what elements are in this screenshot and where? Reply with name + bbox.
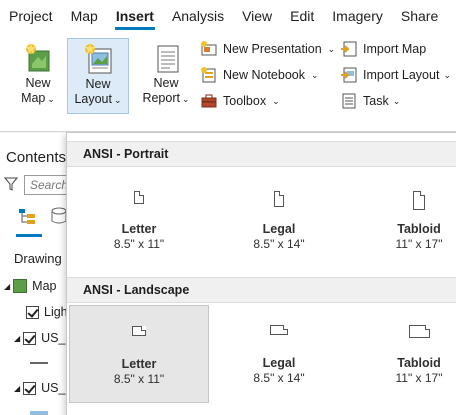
new-presentation-label: New Presentation [223, 42, 322, 56]
tile-landscape-tabloid[interactable]: Tabloid 11" x 17" [349, 305, 456, 403]
tab-view[interactable]: View [233, 0, 281, 32]
chevron-down-icon: ⌄ [392, 95, 401, 106]
new-notebook-button[interactable]: New Notebook ⌄ [200, 64, 319, 86]
new-layout-label-1: New [85, 77, 111, 91]
tile-name: Tabloid [397, 222, 441, 236]
tile-name: Legal [262, 356, 296, 370]
new-presentation-icon [200, 40, 218, 58]
chevron-down-icon: ⌄ [311, 69, 319, 80]
active-view-indicator [16, 234, 42, 237]
page-portrait-icon [134, 191, 144, 204]
new-map-button[interactable]: New Map ⌄ [9, 38, 67, 114]
chevron-down-icon: ⌄ [181, 94, 190, 104]
toolbox-button[interactable]: Toolbox ⌄ [200, 90, 280, 112]
tab-insert[interactable]: Insert [107, 0, 163, 32]
layer-checkbox[interactable] [23, 331, 37, 345]
expand-triangle-icon[interactable]: ◢ [14, 334, 20, 343]
layer-checkbox[interactable] [23, 381, 37, 395]
map-icon [13, 279, 28, 293]
new-report-button[interactable]: New Report ⌄ [136, 38, 196, 114]
layer-row[interactable]: Ligh [26, 305, 68, 319]
toolbox-icon [200, 92, 218, 110]
new-notebook-icon [200, 66, 218, 84]
expand-triangle-icon[interactable]: ◢ [4, 282, 10, 291]
tile-name: Letter [121, 222, 157, 236]
tile-name: Letter [121, 357, 157, 371]
import-layout-button[interactable]: Import Layout ⌄ [340, 64, 451, 86]
page-landscape-icon [132, 326, 146, 336]
contents-pane: Contents Search Drawing ◢ Map Ligh ◢ US_… [0, 133, 74, 415]
tile-size: 11" x 17" [395, 371, 443, 385]
new-layout-label-2: Layout [74, 92, 112, 106]
tab-map[interactable]: Map [62, 0, 107, 32]
menu-bar: Project Map Insert Analysis View Edit Im… [0, 0, 456, 32]
tab-imagery[interactable]: Imagery [323, 0, 392, 32]
import-map-label: Import Map [363, 42, 427, 56]
tile-size: 8.5" x 11" [113, 372, 165, 386]
layer-row[interactable]: ◢ US_r [14, 331, 70, 345]
layer-symbol-fill [30, 411, 48, 415]
layer-label: Ligh [44, 305, 68, 319]
contents-title: Contents [6, 149, 67, 166]
map-label: Map [32, 279, 57, 293]
tab-project[interactable]: Project [0, 0, 62, 32]
tile-size: 8.5" x 14" [253, 371, 305, 385]
tile-portrait-tabloid[interactable]: Tabloid 11" x 17" [349, 171, 456, 269]
app-window: { "menu": { "tabs": ["Project", "Map", "… [0, 0, 456, 415]
tab-edit[interactable]: Edit [281, 0, 323, 32]
new-layout-gallery: ANSI - Portrait Letter 8.5" x 11" Legal … [66, 132, 456, 415]
toolbox-label: Toolbox [223, 94, 267, 108]
section-header-landscape: ANSI - Landscape [67, 277, 456, 303]
page-landscape-icon [270, 325, 288, 335]
tab-share[interactable]: Share [392, 0, 447, 32]
new-layout-icon [82, 43, 114, 75]
tab-analysis[interactable]: Analysis [163, 0, 233, 32]
layer-checkbox[interactable] [26, 305, 39, 319]
new-layout-button[interactable]: New Layout ⌄ [67, 38, 129, 114]
filter-icon[interactable] [3, 177, 19, 196]
expand-triangle-icon[interactable]: ◢ [14, 384, 20, 393]
new-report-icon [150, 42, 182, 74]
tile-landscape-legal[interactable]: Legal 8.5" x 14" [209, 305, 349, 403]
page-portrait-icon [413, 191, 425, 210]
new-report-label-2: Report [142, 91, 180, 105]
tile-name: Tabloid [397, 356, 441, 370]
section-header-portrait: ANSI - Portrait [67, 141, 456, 167]
import-map-button[interactable]: Import Map [340, 38, 426, 60]
page-portrait-icon [274, 191, 284, 207]
new-notebook-label: New Notebook [223, 68, 305, 82]
chevron-down-icon: ⌄ [443, 69, 451, 80]
layer-symbol-line [30, 362, 48, 364]
chevron-down-icon: ⌄ [47, 94, 55, 104]
new-map-label-2: Map [21, 91, 46, 105]
new-map-label-1: New [25, 76, 51, 90]
task-button[interactable]: Task ⌄ [340, 90, 400, 112]
chevron-down-icon: ⌄ [327, 43, 336, 54]
tile-name: Legal [262, 222, 296, 236]
drawing-order-label: Drawing [14, 251, 62, 266]
import-map-icon [340, 40, 358, 58]
tile-landscape-letter[interactable]: Letter 8.5" x 11" [69, 305, 209, 403]
chevron-down-icon: ⌄ [113, 95, 122, 105]
map-node[interactable]: ◢ Map [4, 279, 56, 293]
task-label: Task [363, 94, 389, 108]
new-map-icon [22, 42, 54, 74]
page-landscape-icon [408, 325, 430, 338]
tile-portrait-legal[interactable]: Legal 8.5" x 14" [209, 171, 349, 269]
import-layout-icon [340, 66, 358, 84]
ribbon: New Map ⌄ New Layout ⌄ New Report ⌄ New … [0, 32, 456, 132]
tile-size: 11" x 17" [395, 237, 443, 251]
task-icon [340, 92, 358, 110]
new-presentation-button[interactable]: New Presentation ⌄ [200, 38, 335, 60]
tile-size: 8.5" x 11" [113, 237, 165, 251]
new-report-label-1: New [153, 76, 179, 90]
chevron-down-icon: ⌄ [272, 95, 280, 106]
import-layout-label: Import Layout [363, 68, 440, 82]
list-by-drawing-order-icon[interactable] [18, 207, 38, 230]
tile-portrait-letter[interactable]: Letter 8.5" x 11" [69, 171, 209, 269]
tile-size: 8.5" x 14" [253, 237, 305, 251]
layer-row[interactable]: ◢ US_r [14, 381, 70, 395]
